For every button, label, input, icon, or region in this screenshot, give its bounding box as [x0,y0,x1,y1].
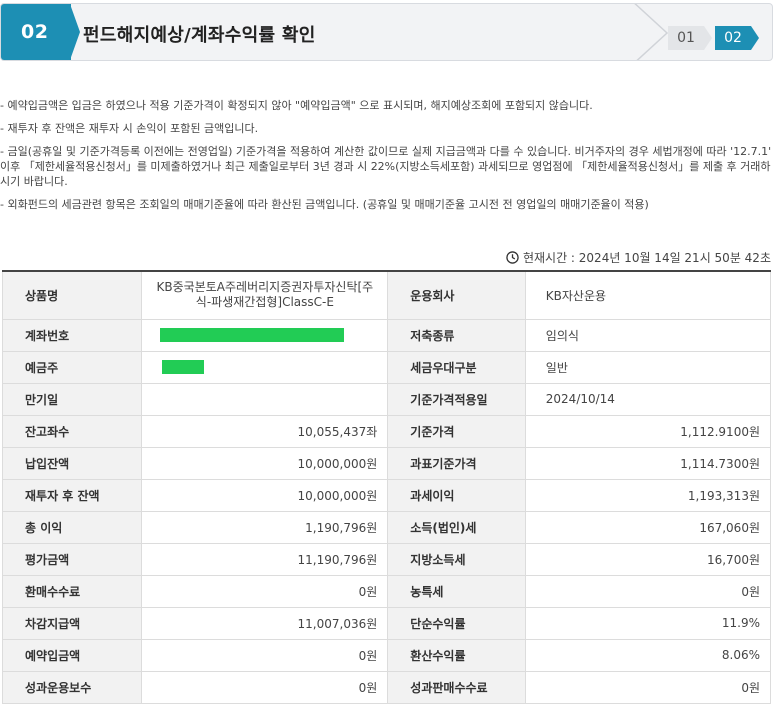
notice-item: - 금일(공휴일 및 기준가격등록 이전에는 전영업일) 기준가격을 적용하여 … [0,145,772,188]
account-number-value [141,318,389,352]
notice-item: - 재투자 후 잔액은 재투자 시 손익이 포함된 금액입니다. [0,122,259,135]
row-label: 평가금액 [1,542,143,576]
row-label: 계좌번호 [1,318,143,352]
row-label: 운용회사 [387,270,526,320]
row-label: 환매수수료 [1,574,143,608]
nav-step-1[interactable]: 01 [668,26,712,50]
row-label: 만기일 [1,382,143,416]
row-value: 167,060원 [524,510,772,544]
row-label: 환산수익률 [387,638,526,672]
row-label: 저축종류 [387,318,526,352]
row-value: 0원 [524,574,772,608]
row-label: 농특세 [387,574,526,608]
row-value: 1,190,796원 [141,510,389,544]
row-value: 1,112.9100원 [524,414,772,448]
row-label: 단순수익률 [387,606,526,640]
notice-item: - 외화펀드의 세금관련 항목은 조회일의 매매기준율에 따라 환산된 금액입니… [0,198,649,211]
row-value: 일반 [524,350,772,384]
row-value: 2024/10/14 [524,382,772,416]
row-value: 0원 [524,670,772,704]
notice-list: - 예약입금액은 입금은 하였으나 적용 기준가격이 확정되지 않아 "예약입금… [0,98,773,220]
row-label: 예금주 [1,350,143,384]
table-row: 재투자 후 잔액 10,000,000원 과세이익 1,193,313원 [1,478,772,512]
row-value: 11,190,796원 [141,542,389,576]
step-number-badge: 02 [1,4,71,60]
row-value: 11.9% [524,606,772,640]
page-header: 02 펀드해지예상/계좌수익률 확인 01 02 [0,3,773,61]
row-value: 1,114.7300원 [524,446,772,480]
row-value: 11,007,036원 [141,606,389,640]
table-row: 잔고좌수 10,055,437좌 기준가격 1,112.9100원 [1,414,772,448]
row-value: 8.06% [524,638,772,672]
row-label: 상품명 [1,270,143,320]
table-row: 예금주 세금우대구분 일반 [1,350,772,384]
row-label: 기준가격적용일 [387,382,526,416]
row-label: 과표기준가격 [387,446,526,480]
account-holder-value [141,350,389,384]
step-number: 02 [21,21,49,43]
row-label: 잔고좌수 [1,414,143,448]
table-row: 총 이익 1,190,796원 소득(법인)세 167,060원 [1,510,772,544]
row-label: 소득(법인)세 [387,510,526,544]
row-value: 10,000,000원 [141,478,389,512]
row-label: 성과판매수수료 [387,670,526,704]
notice-item: - 예약입금액은 입금은 하였으나 적용 기준가격이 확정되지 않아 "예약입금… [0,99,593,112]
row-label: 지방소득세 [387,542,526,576]
fund-info-table: 상품명 KB중국본토A주레버리지증권자투자신탁[주식-파생재간접형]ClassC… [1,270,772,704]
row-label: 세금우대구분 [387,350,526,384]
redaction-mask [160,328,345,343]
row-value: 0원 [141,638,389,672]
table-row: 예약입금액 0원 환산수익률 8.06% [1,638,772,672]
maturity-date-value [141,382,389,416]
table-row: 환매수수료 0원 농특세 0원 [1,574,772,608]
row-value: 10,055,437좌 [141,414,389,448]
row-label: 차감지급액 [1,606,143,640]
row-value: 0원 [141,574,389,608]
current-time: 현재시간 : 2024년 10월 14일 21시 50분 42초 [506,249,771,266]
table-row: 계좌번호 저축종류 임의식 [1,318,772,352]
clock-icon [506,251,519,264]
row-value: 16,700원 [524,542,772,576]
row-value: 10,000,000원 [141,446,389,480]
row-label: 총 이익 [1,510,143,544]
table-row: 납입잔액 10,000,000원 과표기준가격 1,114.7300원 [1,446,772,480]
row-value: 1,193,313원 [524,478,772,512]
table-row: 차감지급액 11,007,036원 단순수익률 11.9% [1,606,772,640]
page-title: 펀드해지예상/계좌수익률 확인 [83,25,316,46]
header-divider-decoration [634,4,669,60]
redaction-mask [162,360,205,375]
table-row: 상품명 KB중국본토A주레버리지증권자투자신탁[주식-파생재간접형]ClassC… [1,270,772,320]
nav-step-2[interactable]: 02 [715,26,759,50]
table-row: 만기일 기준가격적용일 2024/10/14 [1,382,772,416]
row-value: KB자산운용 [524,270,772,320]
row-value: 0원 [141,670,389,704]
table-row: 성과운용보수 0원 성과판매수수료 0원 [1,670,772,704]
row-value: 임의식 [524,318,772,352]
row-label: 성과운용보수 [1,670,143,704]
step-arrow-decoration [70,4,80,60]
row-label: 납입잔액 [1,446,143,480]
row-label: 과세이익 [387,478,526,512]
row-label: 예약입금액 [1,638,143,672]
fund-name-value: KB중국본토A주레버리지증권자투자신탁[주식-파생재간접형]ClassC-E [141,270,389,320]
table-row: 평가금액 11,190,796원 지방소득세 16,700원 [1,542,772,576]
current-time-text: 현재시간 : 2024년 10월 14일 21시 50분 42초 [522,251,771,265]
row-label: 재투자 후 잔액 [1,478,143,512]
row-label: 기준가격 [387,414,526,448]
